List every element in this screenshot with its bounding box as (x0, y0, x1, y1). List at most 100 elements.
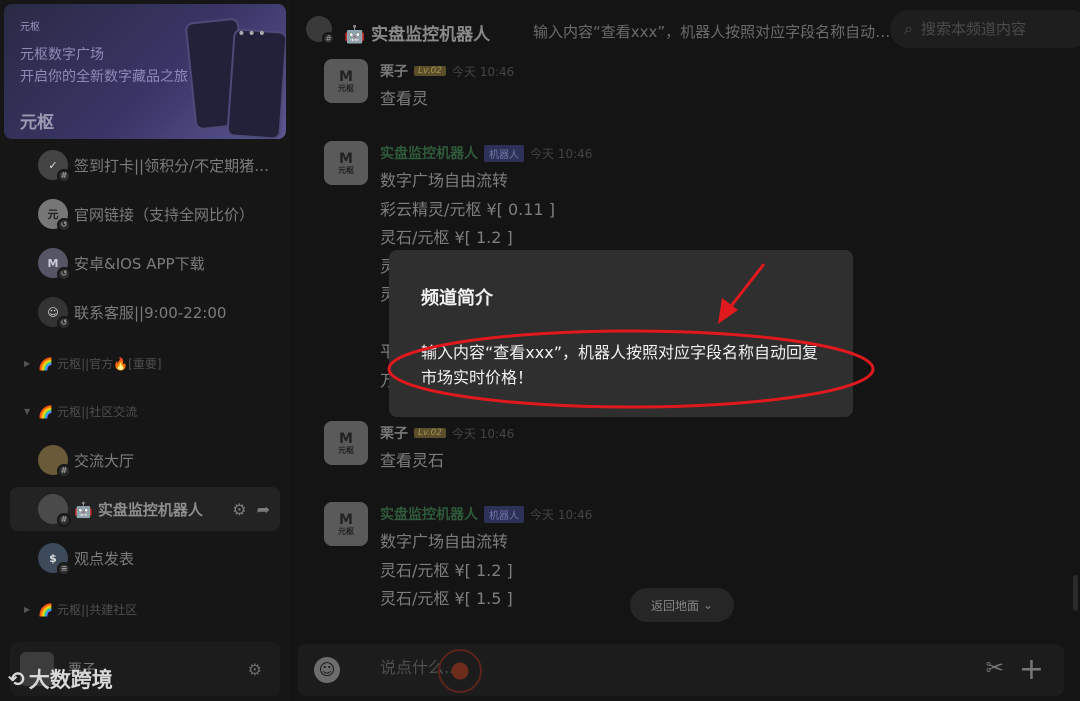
lobby-avatar-icon: # (38, 445, 71, 478)
banner-logo: 元枢 (20, 22, 40, 33)
avatar[interactable]: M 元枢 (324, 502, 368, 546)
channel-tools: ⚙ ➦ (232, 500, 270, 519)
timestamp: 今天 10:46 (530, 146, 593, 161)
category-co-build[interactable]: ▶ 🌈 元枢||共建社区 (24, 601, 137, 618)
search-box: ⌕ (890, 10, 1080, 48)
author-name[interactable]: 实盘监控机器人 (380, 504, 478, 524)
message-composer: ☺ ✂ + (298, 644, 1064, 696)
timestamp: 今天 10:46 (451, 426, 515, 441)
server-name[interactable]: 元枢 (20, 108, 54, 133)
share-icon[interactable]: ➦ (257, 500, 270, 519)
record-indicator-icon (438, 649, 482, 693)
channel-item-lobby[interactable]: # 交流大厅 (10, 438, 280, 482)
channel-item-support[interactable]: ☺ ↺ 联系客服||9:00-22:00 (10, 290, 280, 334)
channel-label: 联系客服||9:00-22:00 (74, 303, 227, 322)
rainbow-icon: 🌈 (38, 404, 54, 419)
phone-mockup-image (226, 28, 286, 139)
category-label: 元枢||社区交流 (57, 405, 138, 419)
scissors-icon[interactable]: ✂ (986, 656, 1004, 681)
channel-header: # 🤖 实盘监控机器人 输入内容“查看xxx”，机器人按照对应字段名称自动回复市… (290, 0, 1080, 58)
message-line: 查看灵 (380, 89, 429, 108)
bot-badge: 机器人 (484, 144, 524, 162)
author-name[interactable]: 栗子 (380, 423, 408, 443)
search-icon: ⌕ (904, 19, 913, 38)
avatar[interactable]: M 元枢 (324, 141, 368, 185)
message-line: 数字广场自由流转 (380, 532, 509, 551)
category-community[interactable]: ▼ 🌈 元枢||社区交流 (24, 403, 137, 420)
banner-subtitle: 开启你的全新数字藏品之旅 (20, 69, 188, 85)
more-icon[interactable]: ••• (237, 26, 268, 42)
watermark: ⟲ 大数跨境 (8, 664, 113, 694)
chevron-right-icon: ▶ (24, 605, 31, 614)
channel-description[interactable]: 输入内容“查看xxx”，机器人按照对应字段名称自动回复市场实时价格！ (533, 21, 893, 42)
message-body: 数字广场自由流转 灵石/元枢 ¥[ 1.2 ] 灵石/元枢 ¥[ 1.5 ] (380, 528, 513, 614)
opinion-avatar-icon: $ ≡ (38, 543, 71, 576)
bot-badge: 机器人 (484, 505, 524, 523)
author-name[interactable]: 栗子 (380, 61, 408, 81)
plus-icon[interactable]: + (1019, 652, 1044, 687)
channel-label: 🤖 实盘监控机器人 (74, 500, 203, 519)
yuanshu-logo-icon: 元 ↺ (38, 199, 71, 232)
level-badge: Lv.02 (414, 428, 446, 438)
rainbow-icon: 🌈 (38, 356, 54, 371)
gear-icon[interactable]: ⚙ (232, 500, 246, 519)
avatar[interactable]: M 元枢 (324, 421, 368, 465)
channel-label: 签到打卡||领积分/不定期猪… (74, 156, 270, 175)
banner-title: 元枢数字广场 (20, 47, 104, 63)
logo-text: 元枢 (338, 83, 354, 93)
return-label: 返回地面 (650, 598, 699, 613)
dialog-body: 输入内容“查看xxx”，机器人按照对应字段名称自动回复市场实时价格！ (421, 343, 818, 387)
message-line: 数字广场自由流转 (380, 171, 509, 190)
message-line: 灵石/元枢 ¥[ 1.2 ] (380, 228, 513, 247)
category-label: 元枢||官方🔥[重要] (57, 357, 162, 371)
sidebar: 元枢 元枢数字广场 开启你的全新数字藏品之旅 ••• 元枢 ✓ # 签到打卡||领… (0, 0, 290, 701)
channel-item-website[interactable]: 元 ↺ 官网链接（支持全网比价） (10, 192, 280, 236)
logo-text: 元枢 (338, 165, 354, 175)
timestamp: 今天 10:46 (530, 507, 593, 522)
avatar[interactable]: M 元枢 (324, 59, 368, 103)
channel-hash-icon: # (322, 32, 335, 45)
channel-item-opinions[interactable]: $ ≡ 观点发表 (10, 536, 280, 580)
scrollbar[interactable] (1073, 575, 1078, 611)
bot-avatar-icon: # (38, 494, 71, 527)
timestamp: 今天 10:46 (451, 64, 515, 79)
message-line: 彩云精灵/元枢 ¥[ 0.11 ] (380, 199, 555, 219)
author-name[interactable]: 实盘监控机器人 (380, 143, 478, 163)
settings-sliders-icon[interactable]: ⚙ (248, 660, 262, 679)
logo-mark: M (339, 150, 353, 167)
link-icon: ↺ (57, 267, 71, 281)
channel-item-app-download[interactable]: M ↺ 安卓&IOS APP下载 (10, 241, 280, 285)
post-icon: ≡ (57, 562, 71, 576)
logo-mark: M (339, 511, 353, 528)
channel-hash-icon: # (57, 464, 71, 478)
rainbow-icon: 🌈 (38, 602, 54, 617)
channel-item-bot-monitor[interactable]: # 🤖 实盘监控机器人 ⚙ ➦ (10, 487, 280, 531)
message-input[interactable] (380, 658, 680, 677)
channel-label: 观点发表 (74, 549, 135, 568)
channel-label: 安卓&IOS APP下载 (74, 254, 205, 273)
search-input[interactable] (920, 20, 1061, 38)
channel-avatar: # (306, 16, 335, 45)
chevron-right-icon: ▶ (24, 359, 31, 368)
category-official[interactable]: ▶ 🌈 元枢||官方🔥[重要] (24, 355, 162, 372)
logo-text: 元枢 (338, 445, 354, 455)
calendar-check-icon: ✓ # (38, 150, 71, 183)
logo-text: 元枢 (338, 526, 354, 536)
app-download-icon: M ↺ (38, 248, 71, 281)
channel-hash-icon: # (57, 169, 71, 183)
channel-item-checkin[interactable]: ✓ # 签到打卡||领积分/不定期猪… (10, 143, 280, 187)
channel-label: 交流大厅 (74, 451, 135, 470)
dialog-title: 频道简介 (421, 288, 493, 309)
channel-label: 官网链接（支持全网比价） (74, 205, 255, 224)
message-meta: 实盘监控机器人 机器人 今天 10:46 (380, 504, 592, 524)
message-body: 查看灵石 (380, 447, 444, 476)
emoji-icon[interactable]: ☺ (314, 657, 340, 683)
app-window: 元枢 元枢数字广场 开启你的全新数字藏品之旅 ••• 元枢 ✓ # 签到打卡||领… (0, 0, 1080, 701)
message-meta: 栗子 Lv.02 今天 10:46 (380, 61, 514, 81)
message-meta: 实盘监控机器人 机器人 今天 10:46 (380, 143, 592, 163)
link-icon: ↺ (57, 218, 71, 232)
server-banner[interactable]: 元枢 元枢数字广场 开启你的全新数字藏品之旅 ••• 元枢 (4, 4, 286, 139)
message-body: 查看灵 (380, 85, 428, 114)
watermark-logo-icon: ⟲ (8, 667, 25, 691)
return-to-bottom-button[interactable]: 返回地面 ⌄ (630, 588, 734, 622)
